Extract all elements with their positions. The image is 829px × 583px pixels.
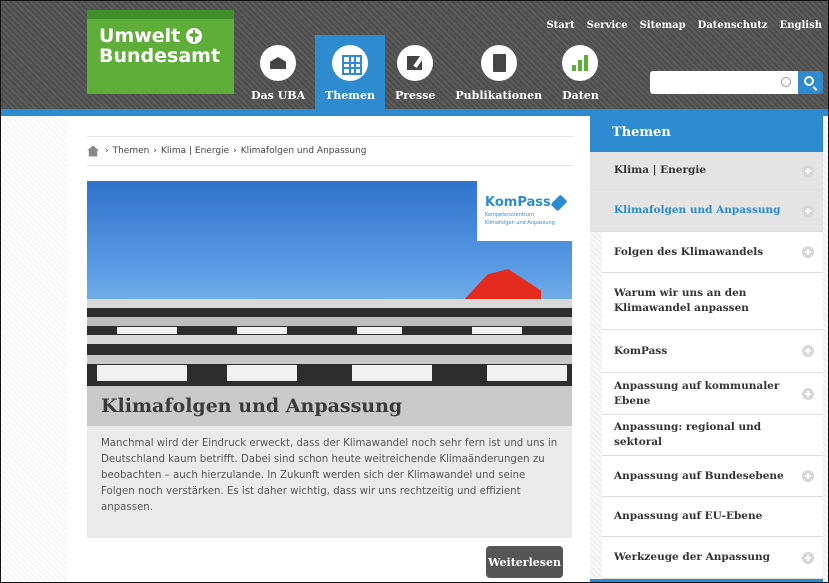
browser-frame: Umwelt Bundesamt Das UBA Themen Presse P… <box>0 0 829 583</box>
topnav-english-link[interactable]: English <box>780 20 822 31</box>
expand-icon[interactable] <box>802 345 814 357</box>
nav-item-themen[interactable]: Themen <box>315 35 385 109</box>
window-shutter <box>227 365 297 381</box>
sidebar-item-label: KomPass <box>614 344 668 357</box>
header-accent-bar <box>1 109 828 116</box>
kompass-badge[interactable]: KomPass Kompetenzzentrum Klimafolgen und… <box>477 181 572 241</box>
chart-icon <box>562 45 599 81</box>
sidebar-item-label: Klimafolgen und Anpassung <box>614 204 781 216</box>
window-shutter <box>472 327 522 334</box>
breadcrumb-separator: › <box>105 146 109 156</box>
topnav-start-link[interactable]: Start <box>546 20 574 31</box>
read-more-button[interactable]: Weiterlesen <box>486 546 563 578</box>
search-icon <box>804 76 814 86</box>
window-shutter <box>97 365 187 381</box>
facade-band <box>87 335 572 344</box>
breadcrumb-item[interactable]: Klima | Energie <box>161 146 229 156</box>
nav-label: Publikationen <box>455 89 543 102</box>
sidebar-item-label: Anpassung auf Bundesebene <box>614 469 784 482</box>
sidebar-item-label: Klima | Energie <box>614 164 707 176</box>
logo-text-umwelt: Umwelt <box>99 25 181 47</box>
main-nav: Das UBA Themen Presse Publikationen Date… <box>241 35 609 109</box>
window-shutter <box>352 365 432 381</box>
grid-icon <box>332 45 369 81</box>
sidebar-item-label: Anpassung auf kommunaler Ebene <box>614 379 780 407</box>
expand-icon[interactable] <box>802 470 814 482</box>
topnav-service-link[interactable]: Service <box>587 20 628 31</box>
sidebar-item-label: Folgen des Klimawandels <box>614 245 764 258</box>
uba-logo[interactable]: Umwelt Bundesamt <box>87 10 234 94</box>
nav-label: Themen <box>325 89 375 102</box>
breadcrumb: › Themen › Klima | Energie › Klimafolgen… <box>87 136 573 166</box>
house-icon <box>260 45 297 81</box>
sidebar-bottom-bar <box>590 579 823 582</box>
left-pattern-strip <box>1 116 67 582</box>
breadcrumb-separator: › <box>233 146 237 156</box>
breadcrumb-item[interactable]: Themen <box>113 146 150 156</box>
expand-icon[interactable] <box>802 204 814 217</box>
expand-icon[interactable] <box>802 387 814 400</box>
search-input[interactable] <box>650 71 798 94</box>
top-utility-nav: Start Service Sitemap Datenschutz Englis… <box>546 20 822 31</box>
sidebar-item-label: Anpassung: regional und sektoral <box>614 421 762 448</box>
search-button[interactable] <box>798 71 823 94</box>
topnav-datenschutz-link[interactable]: Datenschutz <box>698 20 768 31</box>
window-shutter <box>487 365 567 381</box>
sidebar-item-regional[interactable]: Anpassung: regional und sektoral <box>602 415 823 456</box>
breadcrumb-current: Klimafolgen und Anpassung <box>240 146 367 156</box>
home-icon[interactable] <box>87 145 99 157</box>
breadcrumb-separator: › <box>153 146 157 156</box>
sidebar-title[interactable]: Themen <box>590 116 823 161</box>
topnav-sitemap-link[interactable]: Sitemap <box>640 20 686 31</box>
book-icon <box>480 45 517 81</box>
press-icon <box>397 45 434 81</box>
sidebar-item-label: Warum wir uns an den Klimawandel anpasse… <box>614 287 749 314</box>
nav-label: Das UBA <box>251 89 306 102</box>
hero-image: KomPass Kompetenzzentrum Klimafolgen und… <box>87 181 572 426</box>
nav-item-presse[interactable]: Presse <box>385 35 445 109</box>
expand-icon[interactable] <box>802 164 814 177</box>
sidebar-item-warum[interactable]: Warum wir uns an den Klimawandel anpasse… <box>602 273 823 330</box>
nav-item-das-uba[interactable]: Das UBA <box>241 35 315 109</box>
leaf-icon <box>186 28 203 44</box>
kompass-subtitle: Kompetenzzentrum <box>485 212 534 218</box>
logo-top-band <box>87 10 234 19</box>
sidebar-item-kommunal[interactable]: Anpassung auf kommunaler Ebene <box>602 373 823 415</box>
nav-label: Daten <box>562 89 599 102</box>
facade-band <box>87 317 572 326</box>
page-title: Klimafolgen und Anpassung <box>87 386 572 426</box>
sidebar-item-eu-ebene[interactable]: Anpassung auf EU-Ebene <box>602 497 823 537</box>
sidebar-item-kompass[interactable]: KomPass <box>602 330 823 373</box>
sidebar-item-werkzeuge[interactable]: Werkzeuge der Anpassung <box>602 537 823 579</box>
facade-band <box>87 355 572 364</box>
kompass-subtitle: Klimafolgen und Anpassung <box>485 220 555 226</box>
window-shutter <box>237 327 287 334</box>
compass-icon <box>550 193 568 212</box>
window-shutter <box>357 327 402 334</box>
sidebar-item-label: Anpassung auf EU-Ebene <box>614 510 763 522</box>
sidebar-item-label: Werkzeuge der Anpassung <box>614 551 770 563</box>
nav-label: Presse <box>394 89 436 102</box>
sidebar-item-bundesebene[interactable]: Anpassung auf Bundesebene <box>602 456 823 497</box>
window-shutter <box>117 327 177 334</box>
nav-item-daten[interactable]: Daten <box>552 35 609 109</box>
search-box <box>650 71 823 94</box>
sidebar-item-folgen[interactable]: Folgen des Klimawandels <box>602 232 823 273</box>
sidebar-item-klima-energie[interactable]: Klima | Energie <box>590 152 823 190</box>
nav-item-publikationen[interactable]: Publikationen <box>445 35 552 109</box>
expand-icon[interactable] <box>802 246 814 258</box>
sidebar-item-klimafolgen[interactable]: Klimafolgen und Anpassung <box>590 190 823 232</box>
teaser-text: Manchmal wird der Eindruck erweckt, dass… <box>87 426 572 538</box>
facade-band <box>87 299 572 308</box>
kompass-title: KomPass <box>485 195 551 210</box>
expand-icon[interactable] <box>802 551 814 564</box>
logo-text-bundesamt: Bundesamt <box>99 45 221 67</box>
clear-icon[interactable] <box>781 77 791 87</box>
